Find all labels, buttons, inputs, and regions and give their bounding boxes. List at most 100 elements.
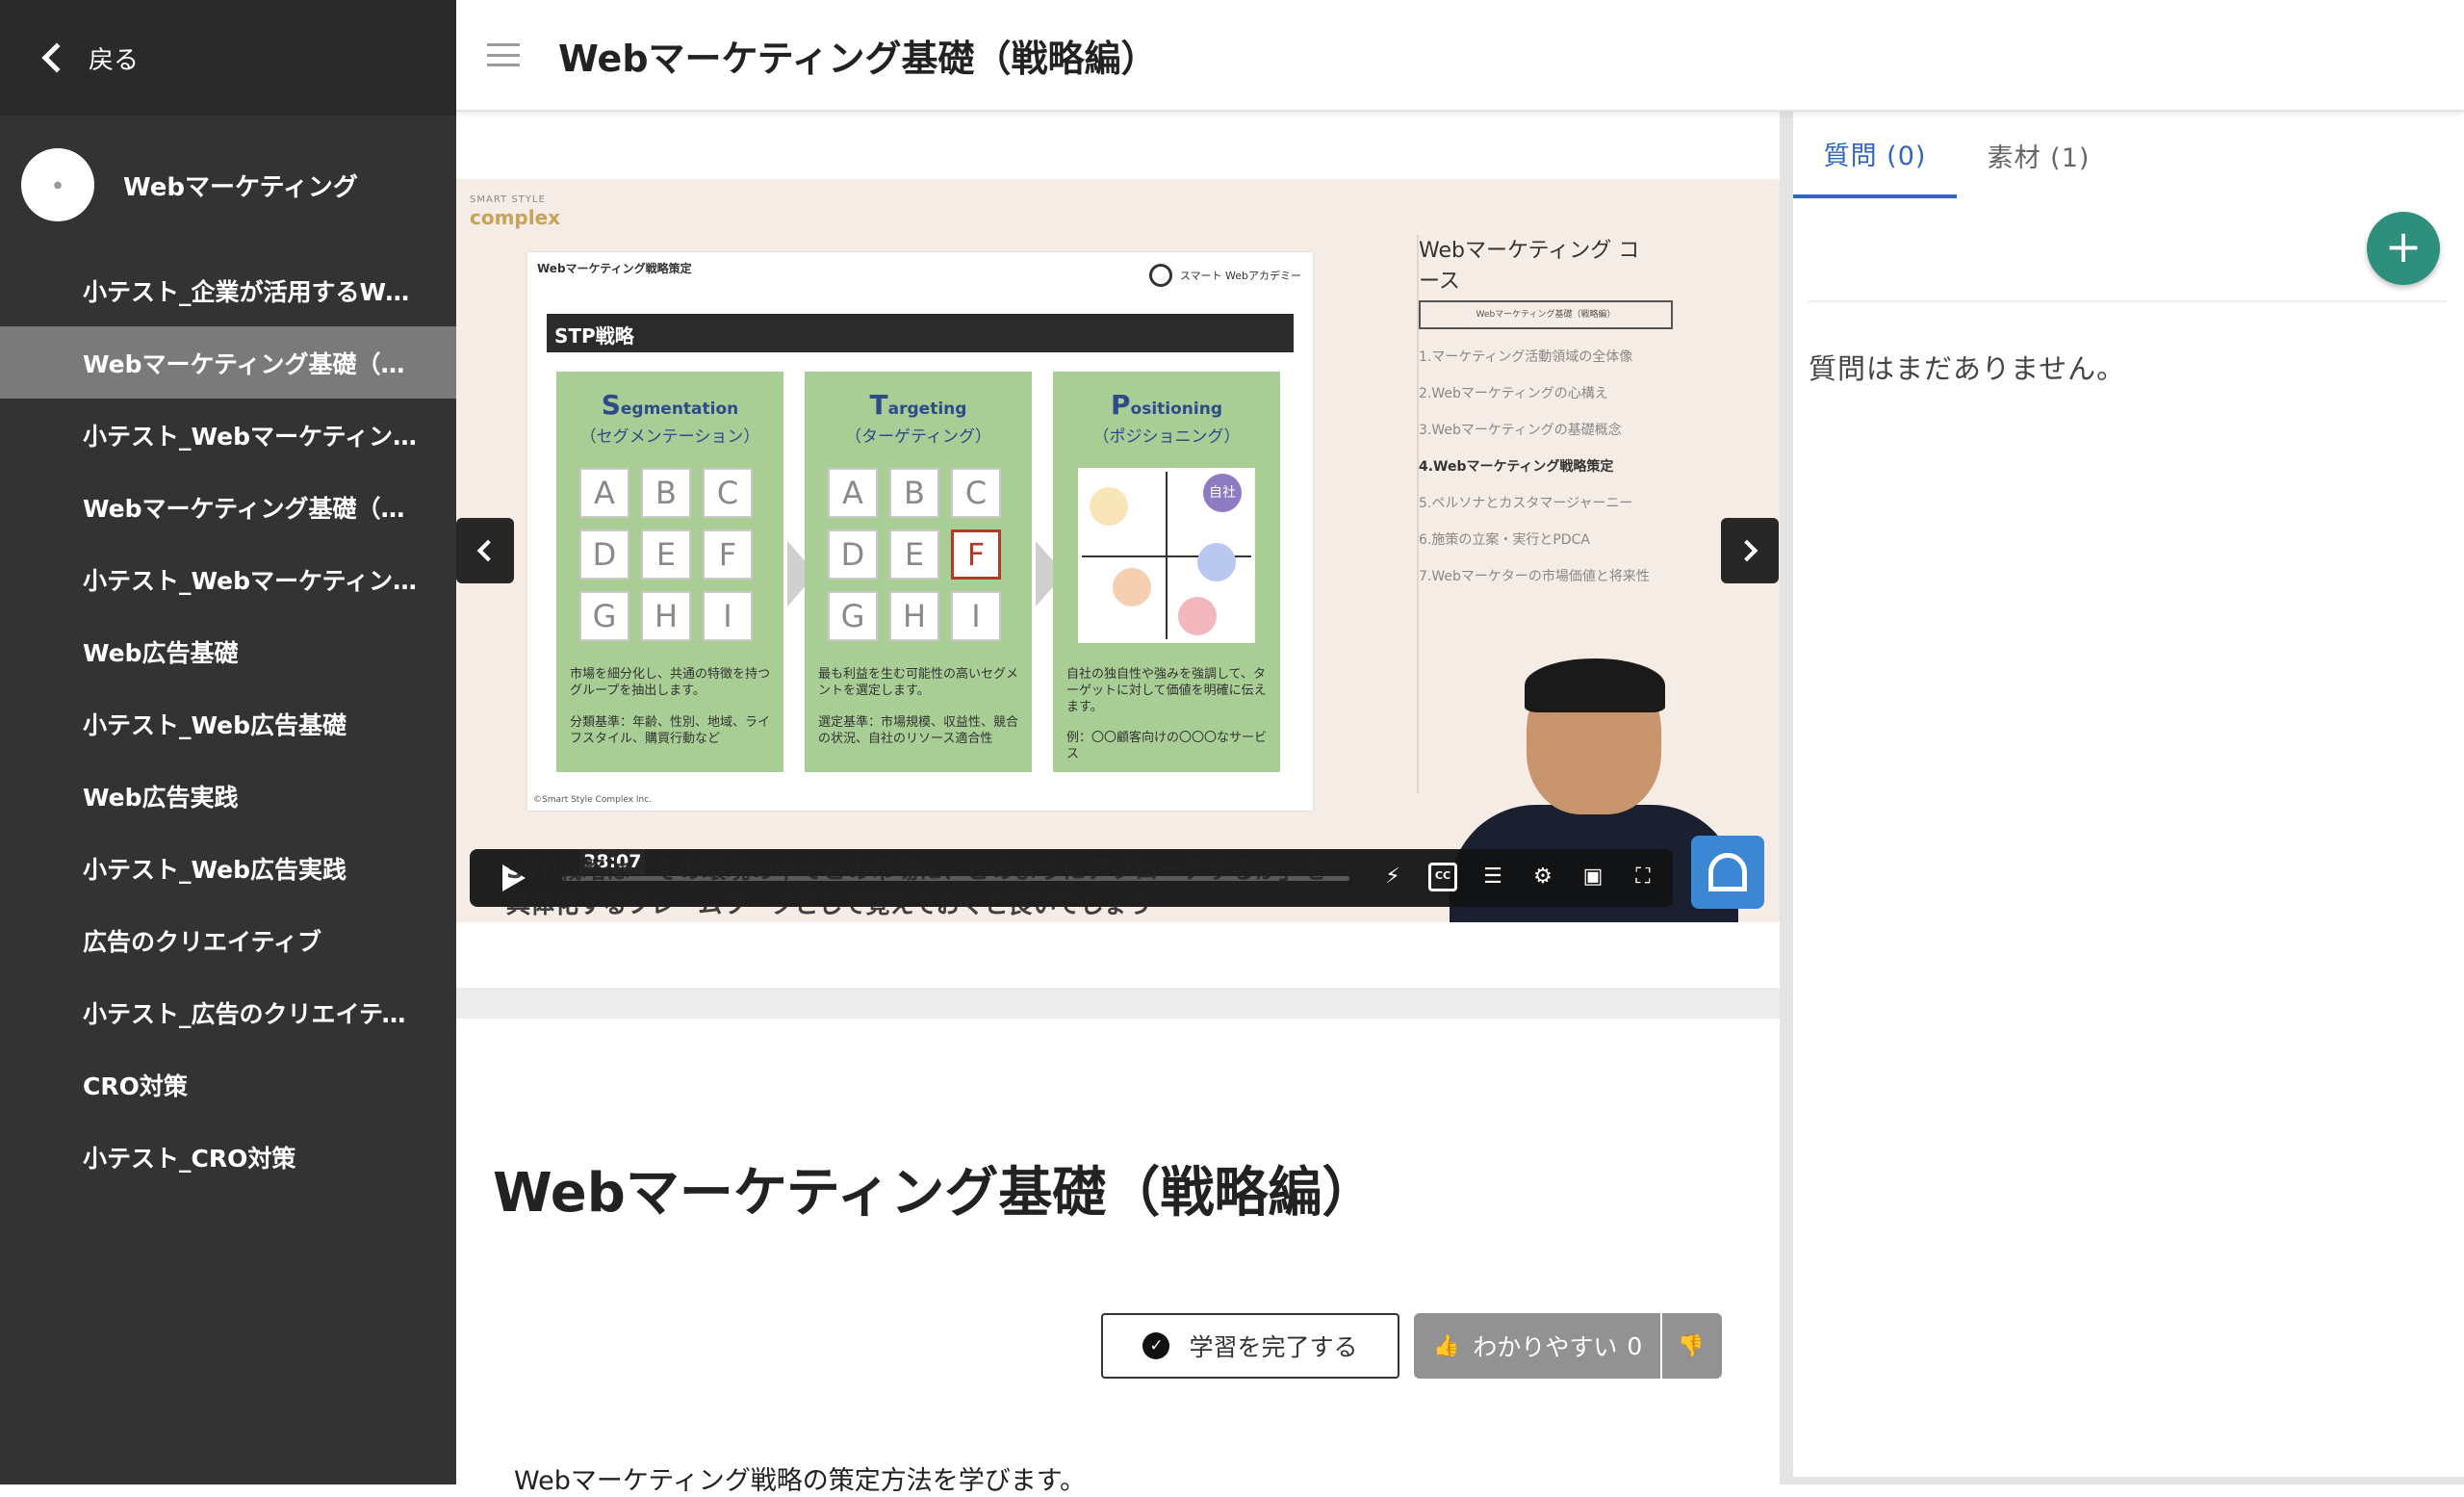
fullscreen-icon[interactable]: ⛶ (1629, 863, 1657, 891)
chevron-right-icon (1735, 539, 1758, 562)
back-bar[interactable]: 戻る (0, 0, 456, 116)
settings-icon[interactable]: ⚙ (1528, 863, 1557, 891)
control-icons: ⚡ CC ☰ ⚙ ▣ ⛶ (1357, 863, 1657, 891)
lesson-nav-label: Webマーケティング基礎（戦... (83, 349, 418, 378)
add-question-button[interactable]: + (2367, 212, 2440, 285)
subtitle-caption: STP戦略は「その環境の中でどの市場に、どのようにアプローチするか」を 具体化す… (506, 853, 1327, 922)
lesson-nav-item[interactable]: 小テスト_Web広告実践 (0, 832, 456, 904)
segment-letter: I (703, 591, 753, 641)
slide-course-item: 2.Webマーケティングの心構え (1419, 386, 1608, 401)
lesson-nav-item[interactable]: 小テスト_企業が活用するWeb... (0, 254, 456, 326)
captions-button[interactable]: CC (1428, 863, 1457, 891)
column-title: Positioning (1111, 389, 1222, 421)
like-count: 0 (1627, 1331, 1643, 1360)
lesson-nav-label: 小テスト_Webマーケティング... (83, 566, 418, 595)
speed-icon[interactable]: ⚡ (1378, 863, 1407, 891)
segment-letter: D (579, 529, 629, 580)
slide-course-subtitle: Webマーケティング基礎（戦略編） (1419, 300, 1673, 329)
lesson-nav-item-active[interactable]: Webマーケティング基礎（戦... (0, 326, 456, 399)
target-letter: I (951, 591, 1001, 641)
column-subtitle: （ターゲティング） (845, 427, 991, 447)
slide-course-menu: Webマーケティング コース Webマーケティング基礎（戦略編） 1.マーケティ… (1419, 233, 1673, 603)
competitor-dot (1178, 597, 1217, 635)
dislike-button[interactable]: 👎 (1662, 1334, 1720, 1358)
page-title: Webマーケティング基礎（戦略編） (558, 37, 1158, 80)
segment-letter: C (703, 468, 753, 518)
lesson-nav-item[interactable]: 小テスト_Webマーケティング... (0, 543, 456, 615)
own-company-dot: 自社 (1203, 474, 1242, 512)
lesson-nav-item[interactable]: 小テスト_広告のクリエイティ... (0, 976, 456, 1048)
slide-course-item: 6.施策の立案・実行とPDCA (1419, 532, 1590, 548)
column-criteria: 選定基準：市場規模、収益性、競合の状況、自社のリソース適合性 (818, 715, 1019, 746)
brand-logo-text: complex (470, 206, 561, 229)
chevron-left-icon (476, 539, 500, 562)
lesson-nav-label: 小テスト_Web広告基礎 (83, 710, 347, 739)
complete-lesson-button[interactable]: ✓ 学習を完了する (1101, 1313, 1399, 1379)
lesson-nav-item[interactable]: Webマーケティング基礎（施... (0, 471, 456, 543)
next-slide-button[interactable] (1721, 518, 1779, 583)
column-criteria: 分類基準：年齢、性別、地域、ライフスタイル、購買行動など (570, 715, 771, 746)
column-subtitle: （セグメンテーション） (579, 427, 760, 447)
main-content: SMART STYLE complex Webマーケティング戦略策定 スマート … (456, 112, 1780, 1496)
brand-small-text: SMART STYLE (470, 194, 546, 205)
hamburger-icon[interactable] (487, 43, 520, 66)
column-example: 例：〇〇顧客向けの〇〇〇なサービス (1066, 731, 1268, 761)
qa-panel: 質問 (0) 素材 (1) + 質問はまだありません。 (1780, 112, 2464, 1484)
lesson-nav-item[interactable]: Web広告基礎 (0, 615, 456, 687)
target-letter: A (828, 468, 878, 518)
column-description: 最も利益を生む可能性の高いセグメントを選定します。 (818, 667, 1019, 698)
target-letter: E (889, 529, 939, 580)
column-subtitle: （ポジショニング） (1092, 427, 1241, 447)
slide-logo-text: スマート Webアカデミー (1179, 270, 1301, 282)
lesson-nav-item[interactable]: 小テスト_Web広告基礎 (0, 687, 456, 760)
slide-course-item: 5.ペルソナとカスタマージャーニー (1419, 496, 1633, 511)
lesson-nav-label: 小テスト_Webマーケティング... (83, 422, 418, 451)
segment-letter: A (579, 468, 629, 518)
lesson-nav-list: 小テスト_企業が活用するWeb... Webマーケティング基礎（戦... 小テス… (0, 254, 456, 1193)
panel-bottom-border (1793, 1477, 2464, 1484)
slide-course-item-current: 4.Webマーケティング戦略策定 (1419, 459, 1614, 475)
slide-course-item: 7.Webマーケターの市場価値と将来性 (1419, 569, 1650, 584)
like-label: わかりやすい (1473, 1333, 1618, 1361)
target-letter-selected: F (951, 529, 1001, 580)
target-letter: C (951, 468, 1001, 518)
sidebar: 戻る ● Webマーケティング 小テスト_企業が活用するWeb... Webマー… (0, 0, 456, 1484)
lesson-nav-item[interactable]: 広告のクリエイティブ (0, 904, 456, 976)
video-player[interactable]: SMART STYLE complex Webマーケティング戦略策定 スマート … (456, 179, 1780, 922)
course-title: Webマーケティング (123, 172, 358, 202)
target-letter: H (889, 591, 939, 641)
column-title: Segmentation (601, 389, 739, 421)
competitor-dot (1090, 487, 1128, 526)
segment-grid: A B C D E F G H I (579, 468, 753, 641)
lesson-nav-item[interactable]: Web広告実践 (0, 760, 456, 832)
column-title: Targeting (869, 389, 967, 421)
vimeo-logo-icon[interactable] (1691, 836, 1764, 909)
chevron-left-icon[interactable] (41, 42, 72, 73)
slide-heading: Webマーケティング戦略策定 (537, 262, 692, 275)
slide-course-title: Webマーケティング コース (1419, 239, 1640, 294)
tab-materials[interactable]: 素材 (1) (1957, 112, 2120, 198)
lesson-title: Webマーケティング基礎（戦略編） (493, 1162, 1376, 1225)
competitor-dot (1113, 568, 1151, 607)
target-grid: A B C D E F G H I (828, 468, 1001, 641)
lesson-nav-item[interactable]: 小テスト_Webマーケティング... (0, 399, 456, 471)
lesson-nav-item[interactable]: CRO対策 (0, 1048, 456, 1121)
thumbs-up-icon: 👍 (1433, 1333, 1460, 1358)
course-logo: ● (21, 148, 94, 221)
segment-letter: E (641, 529, 691, 580)
lesson-nav-item[interactable]: 小テスト_CRO対策 (0, 1121, 456, 1193)
positioning-column: Positioning （ポジショニング） 自社 自社の独自性や強みを強調して、… (1053, 372, 1280, 772)
back-link[interactable]: 戻る (89, 40, 139, 76)
like-button[interactable]: 👍 わかりやすい 0 (1414, 1313, 1662, 1379)
logo-mark: ● (53, 179, 63, 191)
prev-slide-button[interactable] (456, 518, 514, 583)
lesson-nav-label: 小テスト_広告のクリエイティ... (83, 999, 418, 1028)
picture-in-picture-icon[interactable]: ▣ (1578, 863, 1607, 891)
map-axis-vertical (1166, 472, 1168, 639)
slide-course-item: 1.マーケティング活動領域の全体像 (1419, 349, 1633, 365)
feedback-buttons: 👍 わかりやすい 0 👎 (1414, 1313, 1722, 1379)
transcript-icon[interactable]: ☰ (1478, 863, 1507, 891)
lesson-nav-label: Web広告基礎 (83, 638, 239, 667)
target-letter: D (828, 529, 878, 580)
tab-questions[interactable]: 質問 (0) (1793, 112, 1957, 198)
